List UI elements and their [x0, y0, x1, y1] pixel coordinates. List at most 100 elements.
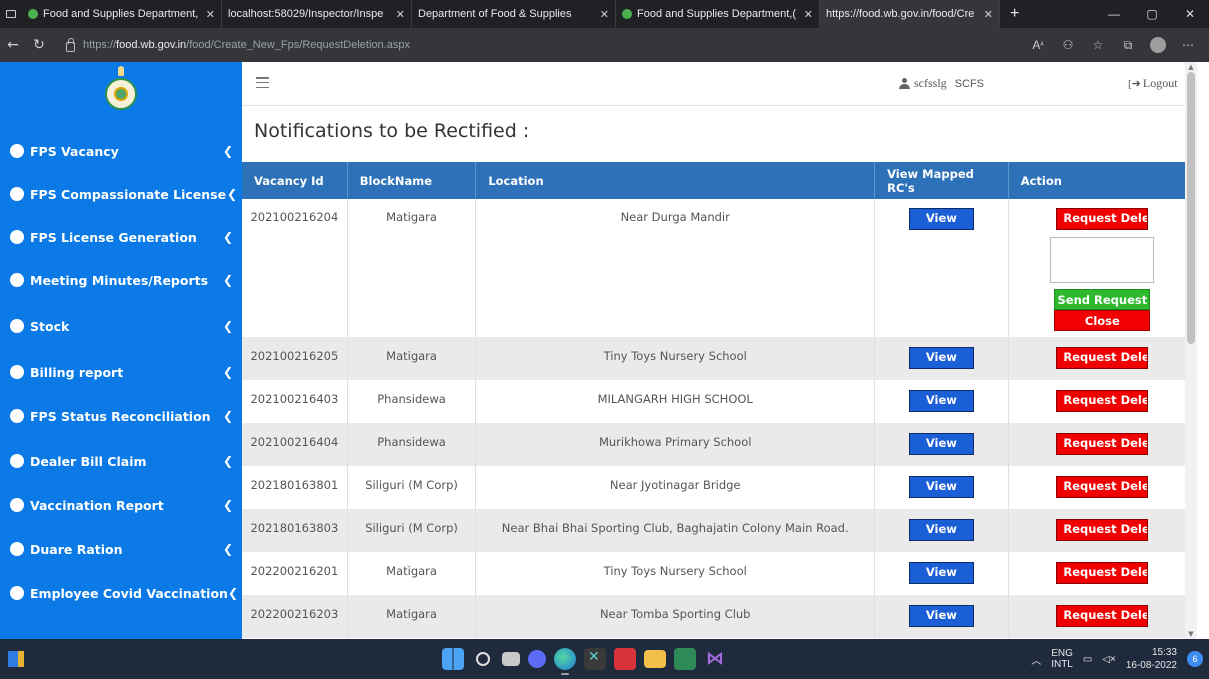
browser-tab[interactable]: localhost:58029/Inspector/Inspe ✕	[222, 0, 412, 28]
sidebar-item-fps-license-generation[interactable]: FPS License Generation ❮	[0, 215, 242, 259]
view-button[interactable]: View	[908, 208, 974, 230]
request-deletion-button[interactable]: Request Deletion	[1056, 562, 1149, 584]
tray-overflow-icon[interactable]: ︿	[1031, 652, 1041, 667]
widgets-icon[interactable]	[8, 651, 24, 667]
close-tab-icon[interactable]: ✕	[204, 8, 215, 21]
windows-taskbar: ⋈ ︿ ENG INTL ▭ ◁× 15:33 16-08-2022 6	[0, 639, 1209, 679]
snipping-tool-icon[interactable]	[584, 648, 606, 670]
cell-block-name: Phansidewa	[347, 380, 477, 423]
request-deletion-button[interactable]: Request Deletion	[1056, 519, 1149, 541]
sidebar-item-fps-vacancy[interactable]: FPS Vacancy ❮	[0, 129, 242, 173]
sidebar-item-employee-covid-vaccination[interactable]: Employee Covid Vaccination ❮	[0, 571, 242, 615]
cell-view: View	[874, 595, 1009, 638]
view-button[interactable]: View	[908, 605, 974, 627]
language-indicator[interactable]: ENG INTL	[1051, 648, 1073, 670]
view-button[interactable]: View	[908, 390, 974, 412]
restore-icon[interactable]: ▢	[1133, 0, 1171, 28]
sidebar-item-fps-status-reconciliation[interactable]: FPS Status Reconciliation ❮	[0, 394, 242, 438]
browser-tab[interactable]: Food and Supplies Department,( ✕	[616, 0, 820, 28]
volume-icon[interactable]: ◁×	[1102, 654, 1116, 665]
send-request-button[interactable]: Send Request	[1054, 289, 1151, 310]
scroll-up-icon[interactable]: ▲	[1185, 62, 1197, 72]
cell-action: Request Deletion	[1008, 595, 1198, 638]
user-info: scfsslg SCFS	[899, 76, 984, 91]
cell-block-name: Matigara	[347, 337, 477, 380]
tab-title: Food and Supplies Department,(	[637, 8, 796, 20]
sidebar-item-vaccination-report[interactable]: Vaccination Report ❮	[0, 483, 242, 527]
sidebar-item-fps-compassionate-license[interactable]: FPS Compassionate License ❮	[0, 172, 242, 216]
refresh-icon[interactable]: ↻	[26, 28, 52, 62]
cell-block-name: Matigara	[347, 199, 477, 337]
request-deletion-button[interactable]: Request Deletion	[1056, 605, 1149, 627]
request-deletion-button[interactable]: Request Deletion	[1056, 347, 1149, 369]
task-view-icon[interactable]	[502, 652, 520, 666]
chevron-left-icon: ❮	[222, 230, 234, 244]
visual-studio-icon[interactable]: ⋈	[704, 648, 726, 670]
extensions-icon[interactable]: ⚇	[1053, 28, 1083, 62]
cell-location: Near Tomba Sporting Club	[475, 595, 876, 638]
network-icon[interactable]: ▭	[1083, 654, 1092, 665]
file-explorer-icon[interactable]	[644, 650, 666, 668]
cell-location: Near Bhai Bhai Sporting Club, Baghajatin…	[475, 509, 876, 552]
request-deletion-button[interactable]: Request Deletion	[1056, 208, 1149, 230]
table-row: 202200216201 Matigara Tiny Toys Nursery …	[242, 552, 1198, 595]
request-deletion-button[interactable]: Request Deletion	[1056, 476, 1149, 498]
sidebar-item-stock[interactable]: Stock ❮	[0, 304, 242, 348]
close-tab-icon[interactable]: ✕	[394, 8, 405, 21]
sidebar-item-duare-ration[interactable]: Duare Ration ❮	[0, 527, 242, 571]
cell-vacancy-id: 202100216205	[242, 337, 348, 380]
edge-browser-icon[interactable]	[554, 648, 576, 675]
favorites-icon[interactable]: ☆	[1083, 28, 1113, 62]
more-menu-icon[interactable]: ⋯	[1173, 28, 1203, 62]
close-button[interactable]: Close	[1054, 310, 1151, 331]
request-deletion-button[interactable]: Request Deletion	[1056, 390, 1149, 412]
logout-link[interactable]: [➜ Logout	[1128, 76, 1178, 91]
close-tab-icon[interactable]: ✕	[982, 8, 993, 21]
app-icon[interactable]	[614, 648, 636, 670]
chevron-left-icon: ❮	[222, 273, 234, 287]
close-tab-icon[interactable]: ✕	[598, 8, 609, 21]
collections-icon[interactable]: ⧉	[1113, 28, 1143, 62]
browser-tab[interactable]: Department of Food & Supplies ✕	[412, 0, 616, 28]
column-header-view-mapped-rcs: View Mapped RC's	[874, 162, 1009, 199]
table-row: 202180163801 Siliguri (M Corp) Near Jyot…	[242, 466, 1198, 509]
window-close-icon[interactable]: ✕	[1171, 0, 1209, 28]
view-button[interactable]: View	[908, 519, 974, 541]
new-tab-icon[interactable]: +	[1000, 5, 1029, 23]
cell-view: View	[874, 337, 1009, 380]
close-tab-icon[interactable]: ✕	[802, 8, 813, 21]
spreadsheet-app-icon[interactable]	[674, 648, 696, 670]
scrollbar-thumb[interactable]	[1187, 72, 1195, 344]
bullet-icon	[10, 454, 24, 468]
url-field[interactable]: https://food.wb.gov.in/food/Create_New_F…	[58, 33, 1023, 57]
tab-actions-icon[interactable]	[0, 0, 22, 28]
view-button[interactable]: View	[908, 347, 974, 369]
sidebar-item-label: FPS Compassionate License	[30, 186, 227, 202]
page-scrollbar[interactable]: ▲ ▼	[1185, 62, 1197, 639]
sidebar-item-billing-report[interactable]: Billing report ❮	[0, 350, 242, 394]
search-icon[interactable]	[476, 652, 490, 666]
browser-tab[interactable]: Food and Supplies Department,( ✕	[22, 0, 222, 28]
view-button[interactable]: View	[908, 562, 974, 584]
request-deletion-button[interactable]: Request Deletion	[1056, 433, 1149, 455]
cell-action: Request Deletion	[1008, 552, 1198, 595]
profile-icon[interactable]	[1150, 37, 1166, 53]
back-icon[interactable]: ←	[0, 28, 26, 62]
browser-tab-active[interactable]: https://food.wb.gov.in/food/Cre ✕	[820, 0, 1000, 28]
view-button[interactable]: View	[908, 433, 974, 455]
sidebar-item-dealer-bill-claim[interactable]: Dealer Bill Claim ❮	[0, 439, 242, 483]
web-page: FPS Vacancy ❮ FPS Compassionate License …	[0, 62, 1209, 639]
deletion-remark-textarea[interactable]	[1050, 237, 1155, 283]
scroll-down-icon[interactable]: ▼	[1185, 629, 1197, 639]
view-button[interactable]: View	[908, 476, 974, 498]
chat-icon[interactable]	[528, 650, 546, 668]
read-aloud-icon[interactable]: Aᴬ	[1023, 28, 1053, 62]
column-header-vacancy-id: Vacancy Id	[242, 162, 348, 199]
notification-badge[interactable]: 6	[1187, 651, 1203, 667]
hamburger-menu-icon[interactable]	[256, 77, 269, 88]
sidebar-item-meeting-minutes-reports[interactable]: Meeting Minutes/Reports ❮	[0, 258, 242, 302]
minimize-icon[interactable]: —	[1095, 0, 1133, 28]
top-navbar: scfsslg SCFS [➜ Logout	[242, 62, 1197, 106]
clock[interactable]: 15:33 16-08-2022	[1126, 646, 1177, 672]
start-menu-icon[interactable]	[442, 648, 464, 670]
